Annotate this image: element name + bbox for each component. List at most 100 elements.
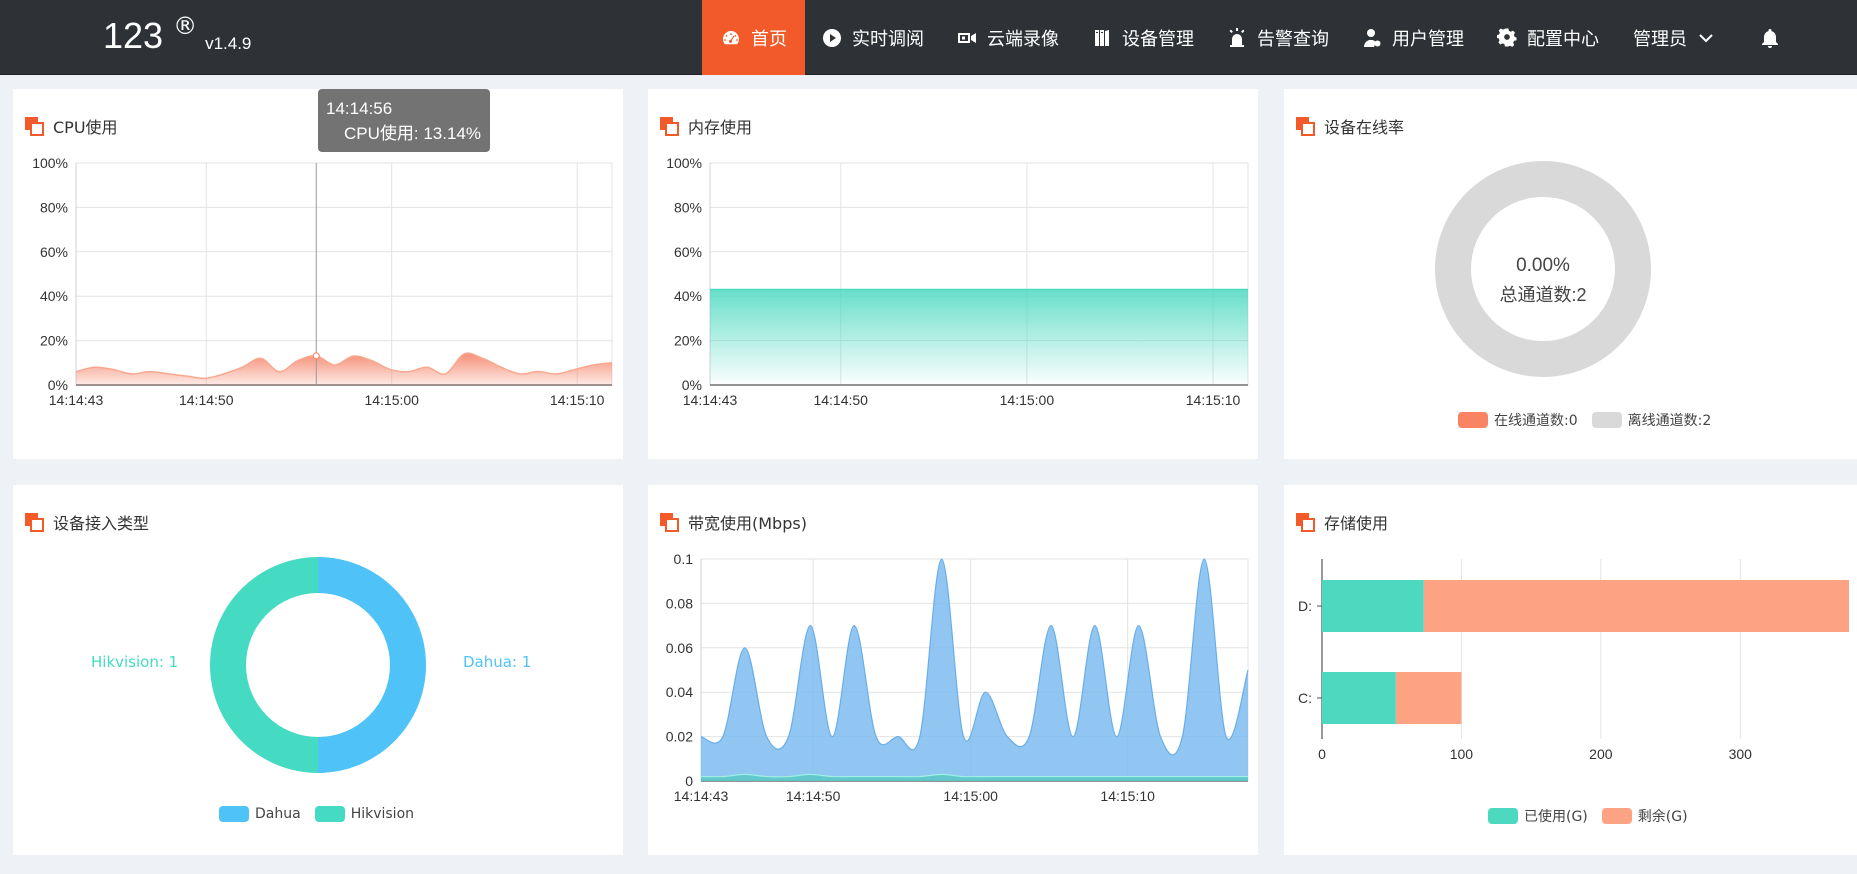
y-tick-label: 100% bbox=[666, 155, 702, 171]
user-menu-dropdown[interactable]: 管理员 bbox=[1615, 0, 1731, 75]
dashboard-icon bbox=[720, 27, 742, 49]
y-tick-label: 0% bbox=[682, 377, 702, 393]
legend-label: Dahua bbox=[255, 806, 301, 822]
y-tick-label: 0% bbox=[48, 377, 68, 393]
nav-home[interactable]: 首页 bbox=[702, 0, 805, 75]
nav-live-view[interactable]: 实时调阅 bbox=[805, 0, 940, 75]
registered-mark: ® bbox=[173, 12, 198, 40]
y-tick-label: 0 bbox=[685, 773, 693, 789]
nav-label: 云端录像 bbox=[987, 28, 1059, 50]
play-circle-icon bbox=[821, 27, 843, 49]
brand-logo[interactable]: 123 ® v1.4.9 bbox=[103, 14, 251, 58]
category-label: C: bbox=[1298, 690, 1312, 706]
x-tick-label: 14:15:10 bbox=[1100, 788, 1155, 804]
storage-bar-chart[interactable]: 0 100 200 300 D: C: bbox=[1284, 485, 1857, 855]
highlight-point bbox=[312, 352, 320, 360]
legend-swatch bbox=[314, 806, 345, 822]
hikvision-label: Hikvision: 1 bbox=[91, 653, 179, 671]
device-online-rate-panel: 设备在线率 0.00% 总通道数:2 在线通道数:0 离线通道数:2 bbox=[1284, 89, 1857, 459]
legend-item-offline[interactable]: 离线通道数:2 bbox=[1591, 410, 1712, 430]
y-tick-label: 0.04 bbox=[666, 684, 693, 700]
legend-item-dahua[interactable]: Dahua bbox=[219, 806, 301, 822]
legend-label: 已使用(G) bbox=[1524, 809, 1588, 825]
legend-label: 剩余(G) bbox=[1637, 809, 1688, 825]
category-label: D: bbox=[1298, 598, 1312, 614]
donut-center: 0.00% 总通道数:2 bbox=[1458, 251, 1628, 309]
legend-swatch bbox=[1591, 412, 1622, 428]
cpu-area bbox=[76, 353, 612, 385]
dahua-label: Dahua: 1 bbox=[463, 653, 532, 671]
x-tick-label: 14:14:50 bbox=[786, 788, 841, 804]
y-tick-label: 0.1 bbox=[674, 551, 694, 567]
storage-bar-segment bbox=[1423, 580, 1849, 632]
online-legend: 在线通道数:0 离线通道数:2 bbox=[1458, 410, 1725, 430]
x-tick-label: 14:15:10 bbox=[1186, 392, 1241, 408]
y-tick-label: 80% bbox=[674, 199, 702, 215]
online-percent: 0.00% bbox=[1516, 255, 1570, 276]
x-tick-label: 14:14:50 bbox=[179, 392, 234, 408]
tooltip-time: 14:14:56 bbox=[326, 99, 393, 118]
x-tick-label: 14:15:10 bbox=[550, 392, 605, 408]
nav-config-center[interactable]: 配置中心 bbox=[1480, 0, 1615, 75]
tooltip-value: CPU使用: 13.14% bbox=[344, 124, 481, 143]
legend-item-used[interactable]: 已使用(G) bbox=[1488, 806, 1588, 826]
nav-label: 配置中心 bbox=[1527, 28, 1599, 50]
storage-legend: 已使用(G) 剩余(G) bbox=[1488, 806, 1702, 826]
storage-bar-segment bbox=[1322, 672, 1396, 724]
x-tick-label: 14:15:00 bbox=[943, 788, 998, 804]
y-tick-label: 60% bbox=[674, 244, 702, 260]
x-tick-label: 14:14:50 bbox=[813, 392, 868, 408]
y-tick-label: 0.02 bbox=[666, 729, 693, 745]
nav-user-management[interactable]: 用户管理 bbox=[1345, 0, 1480, 75]
donut-slice bbox=[210, 557, 318, 773]
y-tick-label: 40% bbox=[40, 288, 68, 304]
memory-area-chart[interactable]: 100% 80% 60% 40% 20% 0%14:14:43 14:14:50 14:15:… bbox=[648, 89, 1258, 459]
x-tick-label: 200 bbox=[1589, 746, 1613, 762]
x-tick-label: 14:15:00 bbox=[364, 392, 419, 408]
memory-usage-panel: 内存使用 100% 80% 60% 40% 20% 0% 14:14:43 14:14:50 1… bbox=[648, 89, 1258, 459]
storage-bar-segment bbox=[1322, 580, 1424, 632]
y-tick-label: 100% bbox=[32, 155, 68, 171]
x-tick-label: 14:14:43 bbox=[49, 392, 104, 408]
nav-label: 实时调阅 bbox=[852, 28, 924, 50]
x-tick-label: 14:14:43 bbox=[683, 392, 738, 408]
legend-label: Hikvision bbox=[350, 806, 415, 822]
user-icon bbox=[1361, 27, 1383, 49]
legend-swatch bbox=[1488, 808, 1518, 824]
storage-usage-panel: 存储使用 0 100 200 300 D: C: 已使用(G) 剩余(G) bbox=[1284, 485, 1857, 855]
device-access-type-panel: 设备接入类型 Hikvision: 1 Dahua: 1 Dahua Hikvi… bbox=[13, 485, 623, 855]
nav-cloud-recording[interactable]: 云端录像 bbox=[940, 0, 1075, 75]
x-tick-label: 14:15:00 bbox=[1000, 392, 1055, 408]
legend-item-remaining[interactable]: 剩余(G) bbox=[1601, 806, 1688, 826]
x-tick-label: 0 bbox=[1318, 746, 1326, 762]
donut-slice bbox=[318, 557, 426, 773]
bell-icon bbox=[1759, 27, 1781, 49]
bandwidth-area-chart[interactable]: 0.1 0.08 0.06 0.04 0.02 014:14:43 14:14:50 14:1… bbox=[648, 485, 1258, 855]
cpu-tooltip: 14:14:56 CPU使用: 13.14% bbox=[318, 89, 490, 152]
y-tick-label: 40% bbox=[674, 288, 702, 304]
y-tick-label: 20% bbox=[40, 333, 68, 349]
legend-item-online[interactable]: 在线通道数:0 bbox=[1458, 410, 1578, 430]
gear-icon bbox=[1496, 27, 1518, 49]
legend-item-hikvision[interactable]: Hikvision bbox=[314, 806, 415, 822]
legend-label: 离线通道数:2 bbox=[1627, 413, 1712, 429]
y-tick-label: 0.08 bbox=[666, 595, 693, 611]
total-channels: 总通道数:2 bbox=[1499, 285, 1587, 305]
alarm-icon bbox=[1226, 27, 1248, 49]
video-camera-icon bbox=[956, 27, 978, 49]
nav-alarm-query[interactable]: 告警查询 bbox=[1210, 0, 1345, 75]
x-tick-label: 100 bbox=[1450, 746, 1474, 762]
nav-label: 设备管理 bbox=[1122, 28, 1194, 50]
y-tick-label: 80% bbox=[40, 199, 68, 215]
notifications-button[interactable] bbox=[1731, 0, 1812, 75]
nav-device-management[interactable]: 设备管理 bbox=[1075, 0, 1210, 75]
y-tick-label: 0.06 bbox=[666, 640, 693, 656]
legend-label: 在线通道数:0 bbox=[1494, 413, 1578, 429]
storage-bar-segment bbox=[1395, 672, 1462, 724]
nav-label: 首页 bbox=[751, 28, 787, 50]
device-type-legend: Dahua Hikvision bbox=[219, 806, 428, 822]
version-label: v1.4.9 bbox=[205, 34, 252, 53]
chevron-down-icon bbox=[1699, 33, 1713, 42]
main-nav: 首页 实时调阅 云端录像 设备管理 告警查询 用户管理 配置中心 管理员 bbox=[702, 0, 1812, 75]
legend-swatch bbox=[1458, 412, 1488, 428]
